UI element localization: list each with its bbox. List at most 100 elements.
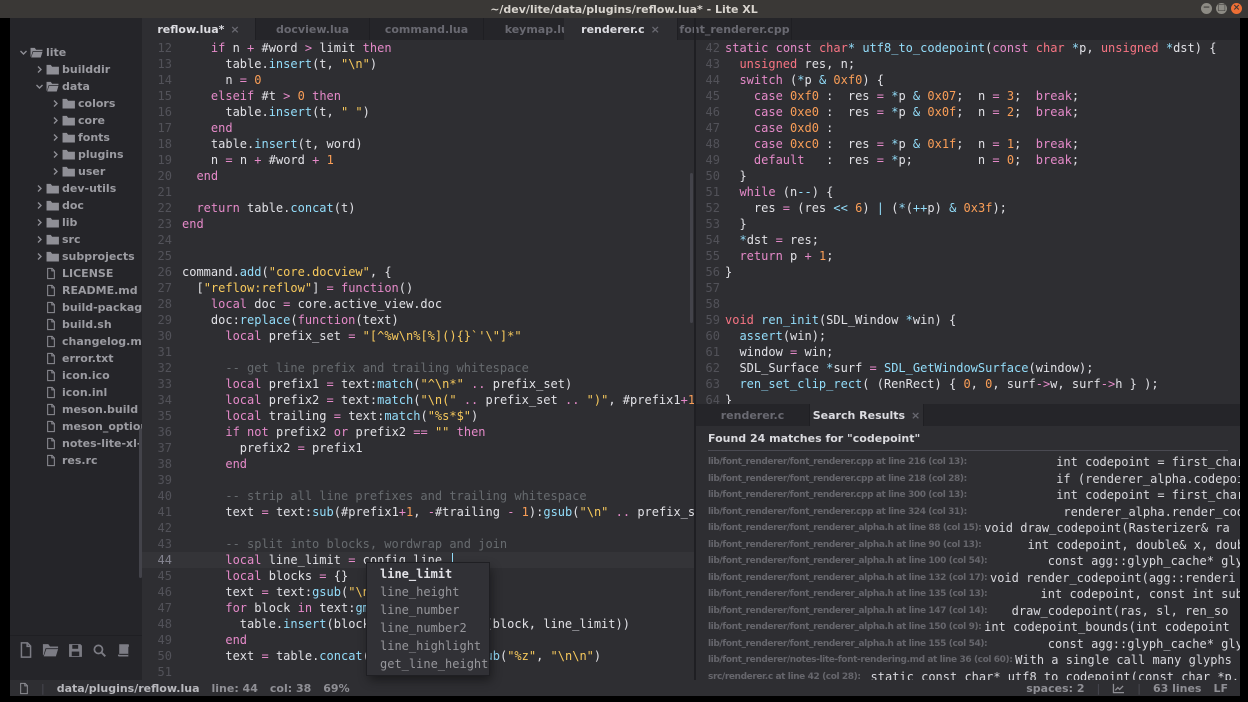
tab-docview-lua[interactable]: docview.lua — [256, 18, 370, 40]
new-file-icon[interactable] — [19, 642, 33, 658]
search-icon[interactable] — [92, 643, 107, 658]
code-line-14[interactable]: 14 n = 0 — [142, 72, 694, 88]
status-file-path[interactable]: data/plugins/reflow.lua — [57, 682, 200, 695]
status-eol[interactable]: LF — [1213, 682, 1228, 695]
code-line-30[interactable]: 30 local prefix_set = "[^%w\n%[%](){}`'\… — [142, 328, 694, 344]
chevron-right-icon[interactable] — [48, 116, 62, 125]
chevron-right-icon[interactable] — [32, 201, 46, 210]
code-line-45[interactable]: 45 case 0xf0 : res = *p & 0x07; n = 3; b… — [696, 88, 1240, 104]
close-button[interactable]: × — [1231, 3, 1242, 14]
code-line-24[interactable]: 24 — [142, 232, 694, 248]
chevron-right-icon[interactable] — [32, 184, 46, 193]
tree-item-user[interactable]: user — [10, 163, 142, 180]
chevron-down-icon[interactable] — [16, 48, 30, 57]
tree-item-lite[interactable]: lite — [10, 44, 142, 61]
code-line-34[interactable]: 34 local prefix2 = text:match("\n(" .. p… — [142, 392, 694, 408]
autocomplete-item-line_number2[interactable]: line_number2 — [367, 619, 489, 637]
code-line-27[interactable]: 27 ["reflow:reflow"] = function() — [142, 280, 694, 296]
code-line-18[interactable]: 18 table.insert(t, word) — [142, 136, 694, 152]
code-line-12[interactable]: 12 if n + #word > limit then — [142, 40, 694, 56]
tree-item-doc[interactable]: doc — [10, 197, 142, 214]
code-line-54[interactable]: 54 *dst = res; — [696, 232, 1240, 248]
tab-close-icon[interactable]: × — [651, 23, 660, 36]
search-result-row[interactable]: src/renderer.c at line 42 (col 28): stat… — [696, 669, 1240, 680]
code-line-41[interactable]: 41 text = text:sub(#prefix1+1, -#trailin… — [142, 504, 694, 520]
tab-close-icon[interactable]: × — [911, 409, 920, 422]
code-line-55[interactable]: 55 return p + 1; — [696, 248, 1240, 264]
tree-item-res-rc[interactable]: res.rc — [10, 452, 142, 469]
code-line-19[interactable]: 19 n = n + #word + 1 — [142, 152, 694, 168]
tree-item-readme-md[interactable]: README.md — [10, 282, 142, 299]
code-line-37[interactable]: 37 prefix2 = prefix1 — [142, 440, 694, 456]
search-result-row[interactable]: lib/font_renderer/font_renderer_alpha.h … — [696, 636, 1240, 653]
search-result-row[interactable]: lib/font_renderer/font_renderer.cpp at l… — [696, 454, 1240, 471]
search-result-row[interactable]: lib/font_renderer/font_renderer_alpha.h … — [696, 619, 1240, 636]
code-line-40[interactable]: 40 -- strip all line prefixes and traili… — [142, 488, 694, 504]
code-line-43[interactable]: 43 unsigned res, n; — [696, 56, 1240, 72]
code-line-42[interactable]: 42 static const char* utf8_to_codepoint(c… — [696, 40, 1240, 56]
chevron-right-icon[interactable] — [32, 65, 46, 74]
tree-item-core[interactable]: core — [10, 112, 142, 129]
tree-item-lib[interactable]: lib — [10, 214, 142, 231]
code-line-63[interactable]: 63 ren_set_clip_rect( (RenRect) { 0, 0, … — [696, 376, 1240, 392]
autocomplete-item-line_height[interactable]: line_height — [367, 583, 489, 601]
status-spaces[interactable]: spaces: 2 — [1026, 682, 1084, 695]
search-result-row[interactable]: lib/font_renderer/font_renderer_alpha.h … — [696, 520, 1240, 537]
code-line-33[interactable]: 33 local prefix1 = text:match("^\n*" .. … — [142, 376, 694, 392]
status-line[interactable]: line: 44 — [212, 682, 258, 695]
code-line-31[interactable]: 31 — [142, 344, 694, 360]
code-line-29[interactable]: 29 doc:replace(function(text) — [142, 312, 694, 328]
search-result-row[interactable]: lib/font_renderer/font_renderer.cpp at l… — [696, 471, 1240, 488]
code-line-47[interactable]: 47 case 0xd0 : — [696, 120, 1240, 136]
tree-item-build-sh[interactable]: build.sh — [10, 316, 142, 333]
code-line-49[interactable]: 49 default : res = *p; n = 0; break; — [696, 152, 1240, 168]
left-editor-scrollbar-thumb[interactable] — [690, 173, 693, 323]
tree-item-error-txt[interactable]: error.txt — [10, 350, 142, 367]
tree-item-data[interactable]: data — [10, 78, 142, 95]
code-line-58[interactable]: 58 — [696, 296, 1240, 312]
chevron-right-icon[interactable] — [48, 133, 62, 142]
code-line-48[interactable]: 48 case 0xc0 : res = *p & 0x1f; n = 1; b… — [696, 136, 1240, 152]
code-line-32[interactable]: 32 -- get line prefix and trailing white… — [142, 360, 694, 376]
code-line-22[interactable]: 22 return table.concat(t) — [142, 200, 694, 216]
code-line-60[interactable]: 60 assert(win); — [696, 328, 1240, 344]
tab-command-lua[interactable]: command.lua — [370, 18, 484, 40]
maximize-button[interactable]: □ — [1216, 3, 1227, 14]
tree-item-fonts[interactable]: fonts — [10, 129, 142, 146]
code-line-36[interactable]: 36 if not prefix2 or prefix2 == "" then — [142, 424, 694, 440]
chevron-right-icon[interactable] — [32, 252, 46, 261]
code-line-16[interactable]: 16 table.insert(t, " ") — [142, 104, 694, 120]
tree-item-dev-utils[interactable]: dev-utils — [10, 180, 142, 197]
chevron-right-icon[interactable] — [48, 99, 62, 108]
code-line-42[interactable]: 42 — [142, 520, 694, 536]
code-line-51[interactable]: 51 while (n--) { — [696, 184, 1240, 200]
tree-item-meson-build[interactable]: meson.build — [10, 401, 142, 418]
code-line-15[interactable]: 15 elseif #t > 0 then — [142, 88, 694, 104]
tab-renderer-c[interactable]: renderer.c × — [564, 18, 678, 40]
code-line-26[interactable]: 26 command.add("core.docview", { — [142, 264, 694, 280]
save-icon[interactable] — [68, 643, 83, 658]
tab-close-icon[interactable]: × — [230, 23, 239, 36]
code-line-35[interactable]: 35 local trailing = text:match("%s*$") — [142, 408, 694, 424]
code-line-52[interactable]: 52 res = (res << 6) | (*(++p) & 0x3f); — [696, 200, 1240, 216]
book-icon[interactable] — [116, 643, 131, 658]
chevron-right-icon[interactable] — [32, 218, 46, 227]
tree-item-notes-lite-xl-for-1-16[interactable]: notes-lite-xl-for-1.16 — [10, 435, 142, 452]
code-line-64[interactable]: 64} — [696, 392, 1240, 404]
status-percent[interactable]: 69% — [323, 682, 349, 695]
code-line-44[interactable]: 44 switch (*p & 0xf0) { — [696, 72, 1240, 88]
search-result-row[interactable]: lib/font_renderer/font_renderer.cpp at l… — [696, 487, 1240, 504]
chevron-down-icon[interactable] — [32, 82, 46, 91]
code-line-43[interactable]: 43 -- split into blocks, wordwrap and jo… — [142, 536, 694, 552]
code-line-62[interactable]: 62 SDL_Surface *surf = SDL_GetWindowSurf… — [696, 360, 1240, 376]
code-line-13[interactable]: 13 table.insert(t, "\n") — [142, 56, 694, 72]
tree-item-icon-ico[interactable]: icon.ico — [10, 367, 142, 384]
code-line-25[interactable]: 25 — [142, 248, 694, 264]
search-result-row[interactable]: lib/font_renderer/font_renderer.cpp at l… — [696, 504, 1240, 521]
chevron-right-icon[interactable] — [48, 167, 62, 176]
code-line-39[interactable]: 39 — [142, 472, 694, 488]
open-folder-icon[interactable] — [42, 643, 59, 657]
tree-item-src[interactable]: src — [10, 231, 142, 248]
code-line-53[interactable]: 53 } — [696, 216, 1240, 232]
autocomplete-item-line_limit[interactable]: line_limit — [367, 565, 489, 583]
